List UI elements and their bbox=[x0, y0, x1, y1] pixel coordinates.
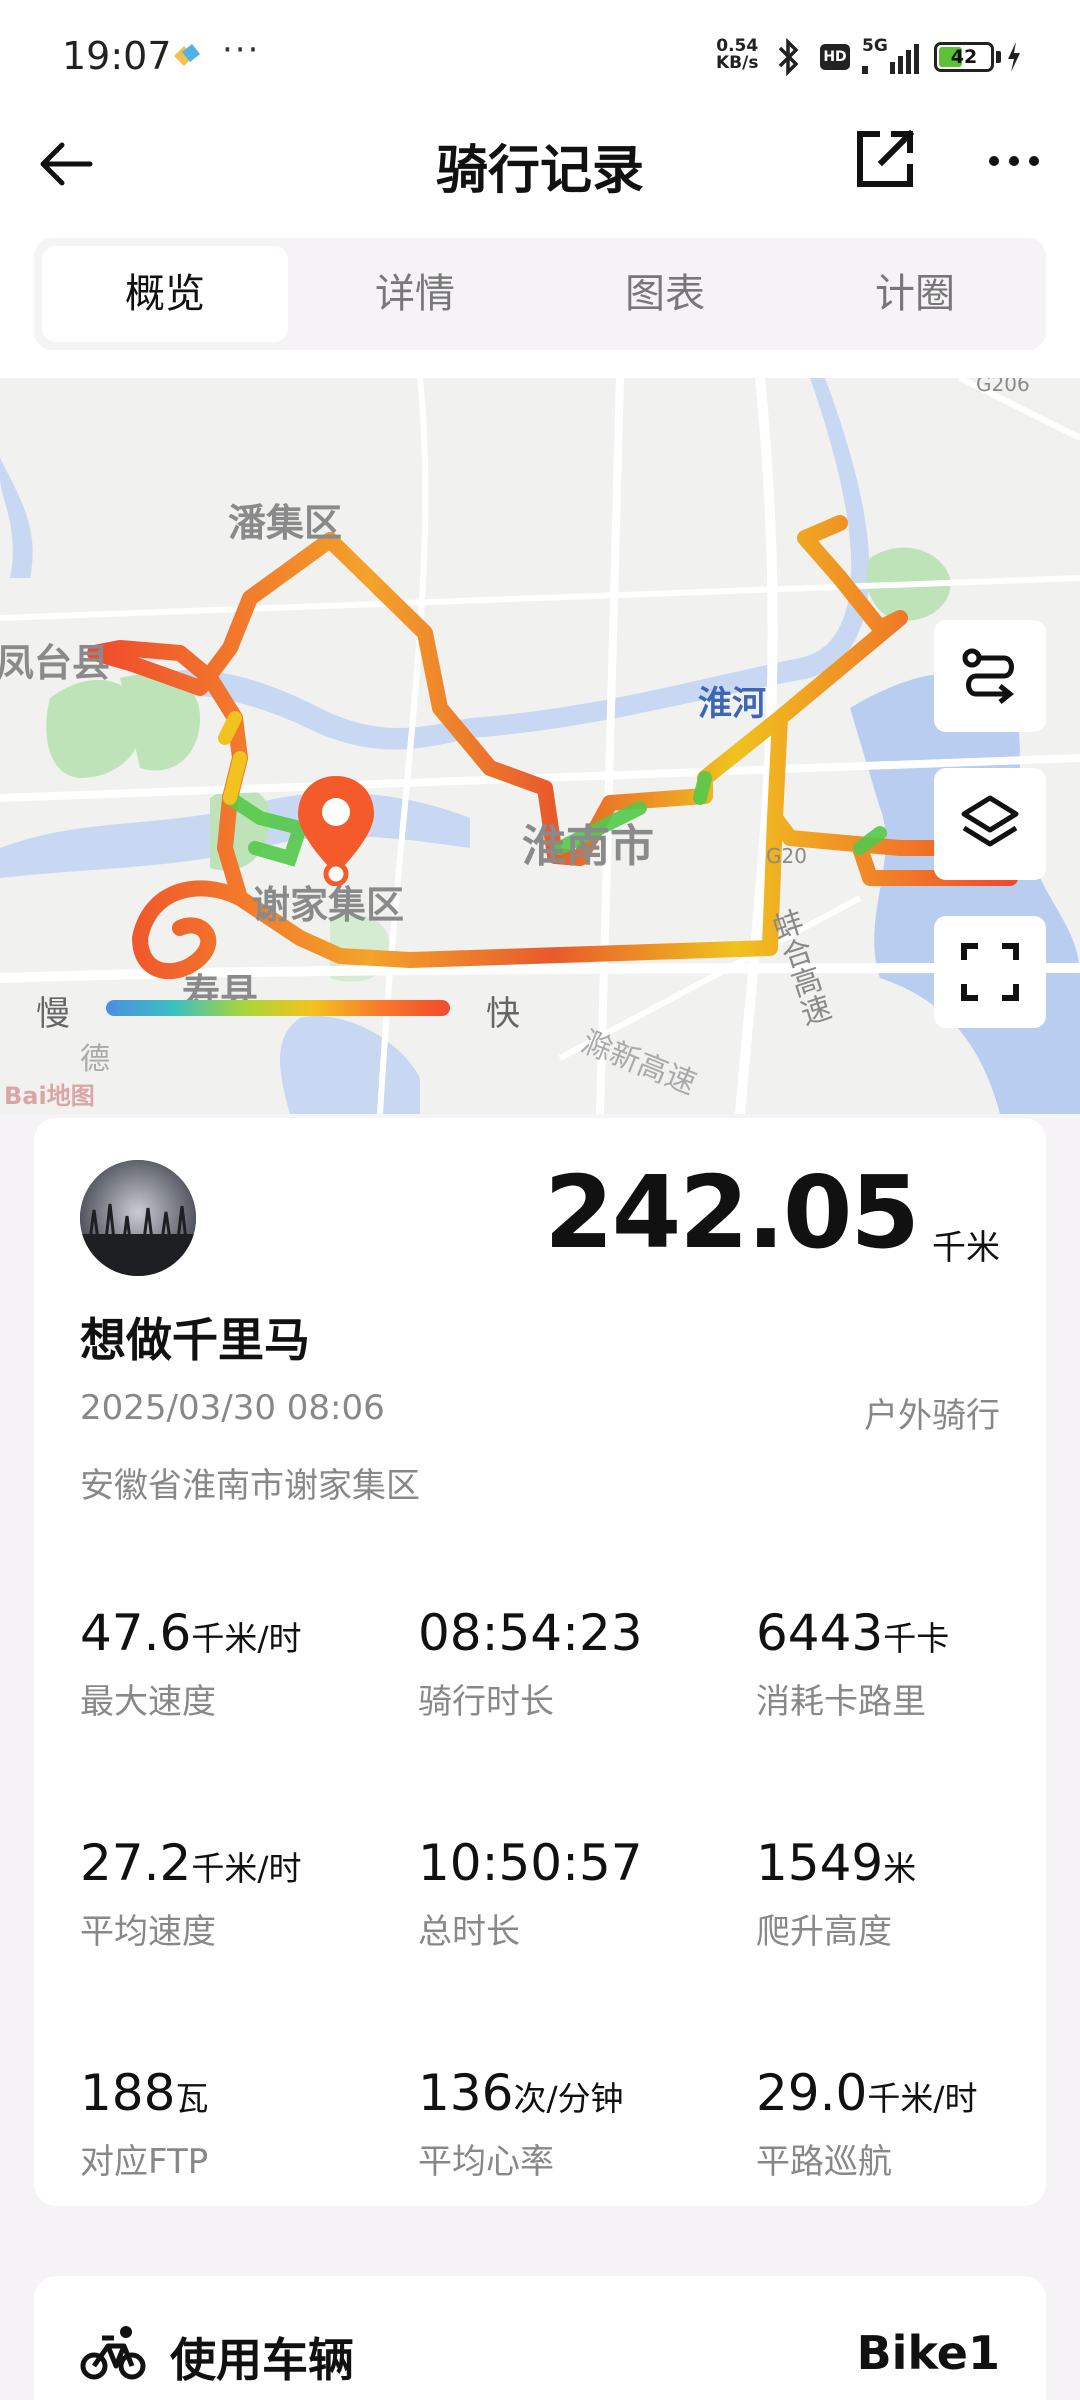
map-label-fengtai: 凤台县 bbox=[0, 641, 111, 685]
stat-value: 10:50:57 bbox=[418, 1834, 643, 1892]
map-label-huaihe: 淮河 bbox=[698, 684, 766, 724]
tab-charts[interactable]: 图表 bbox=[542, 246, 788, 342]
stat-unit: 千米/时 bbox=[867, 2079, 978, 2118]
avatar[interactable] bbox=[80, 1160, 196, 1276]
app-notification-icon bbox=[174, 44, 200, 66]
vehicle-title: 使用车辆 bbox=[170, 2333, 354, 2387]
speed-legend-gradient bbox=[106, 1000, 450, 1016]
stat-ftp: 188瓦 对应FTP bbox=[80, 2064, 410, 2183]
battery-level: 42 bbox=[950, 46, 978, 68]
tab-details[interactable]: 详情 bbox=[292, 246, 538, 342]
status-more-dots: ··· bbox=[222, 30, 261, 70]
map-label-g206: G206 bbox=[976, 378, 1030, 396]
vehicle-name: Bike1 bbox=[856, 2326, 1000, 2380]
stat-value: 188 bbox=[80, 2064, 176, 2122]
stat-label: 平均速度 bbox=[80, 1912, 216, 1952]
stat-label: 总时长 bbox=[418, 1912, 520, 1952]
stat-value: 136 bbox=[418, 2064, 514, 2122]
tab-overview[interactable]: 概览 bbox=[42, 246, 288, 342]
net-speed: 0.54 KB/s bbox=[716, 38, 758, 72]
layers-icon bbox=[961, 795, 1019, 847]
ride-type: 户外骑行 bbox=[864, 1396, 1000, 1436]
tabs-container: 概览 详情 图表 计圈 bbox=[0, 232, 1080, 378]
speed-legend-fast: 快 bbox=[486, 994, 520, 1034]
stat-label: 消耗卡路里 bbox=[756, 1682, 926, 1722]
stat-unit: 千卡 bbox=[883, 1619, 950, 1658]
fullscreen-button[interactable] bbox=[934, 916, 1046, 1028]
route-toggle-button[interactable] bbox=[934, 620, 1046, 732]
ride-summary-card: 242.05 千米 想做千里马 2025/03/30 08:06 户外骑行 安徽… bbox=[34, 1118, 1046, 2206]
net-speed-unit: KB/s bbox=[716, 53, 759, 73]
stat-total-duration: 10:50:57 总时长 bbox=[418, 1834, 748, 1953]
stat-avg-speed: 27.2千米/时 平均速度 bbox=[80, 1834, 410, 1953]
stat-ride-duration: 08:54:23 骑行时长 bbox=[418, 1604, 748, 1723]
location-pin-icon bbox=[298, 776, 374, 886]
tab-laps[interactable]: 计圈 bbox=[792, 246, 1038, 342]
more-icon[interactable] bbox=[984, 136, 1044, 186]
stat-unit: 千米/时 bbox=[191, 1849, 302, 1888]
stat-value: 08:54:23 bbox=[418, 1604, 643, 1662]
stat-label: 对应FTP bbox=[80, 2142, 209, 2182]
signal-icon bbox=[862, 44, 919, 74]
ride-location: 安徽省淮南市谢家集区 bbox=[80, 1466, 420, 1506]
avatar-image bbox=[80, 1160, 196, 1276]
map-label-g20: G20 bbox=[766, 844, 807, 868]
map-label-huainan: 淮南市 bbox=[522, 821, 654, 872]
stat-flat-cruise: 29.0千米/时 平路巡航 bbox=[756, 2064, 1080, 2183]
stat-value: 47.6 bbox=[80, 1604, 192, 1662]
layers-button[interactable] bbox=[934, 768, 1046, 880]
stat-avg-heart-rate: 136次/分钟 平均心率 bbox=[418, 2064, 748, 2183]
route-map[interactable]: 潘集区 凤台县 淮河 淮南市 谢家集区 寿县 G206 G20 蚌合高速 滁新高… bbox=[0, 378, 1080, 1114]
speed-legend-slow: 慢 bbox=[36, 994, 70, 1034]
status-time: 19:07 bbox=[62, 34, 172, 78]
app-header: 骑行记录 bbox=[0, 112, 1080, 232]
stat-max-speed: 47.6千米/时 最大速度 bbox=[80, 1604, 410, 1723]
stat-value: 6443 bbox=[756, 1604, 884, 1662]
stat-value: 27.2 bbox=[80, 1834, 192, 1892]
map-label-de: 德 bbox=[80, 1042, 110, 1077]
stat-unit: 米 bbox=[883, 1849, 917, 1888]
vehicle-card[interactable]: 使用车辆 Bike1 bbox=[34, 2276, 1046, 2400]
ride-datetime: 2025/03/30 08:06 bbox=[80, 1388, 385, 1428]
stat-label: 平路巡航 bbox=[756, 2142, 892, 2182]
stat-value: 1549 bbox=[756, 1834, 884, 1892]
stat-calories: 6443千卡 消耗卡路里 bbox=[756, 1604, 1080, 1723]
stat-label: 骑行时长 bbox=[418, 1682, 554, 1722]
fullscreen-icon bbox=[961, 943, 1019, 1001]
stat-label: 平均心率 bbox=[418, 2142, 554, 2182]
bluetooth-icon bbox=[778, 38, 799, 76]
battery-icon: 42 bbox=[934, 42, 994, 72]
battery-cap bbox=[996, 51, 1001, 63]
stat-elevation-gain: 1549米 爬升高度 bbox=[756, 1834, 1080, 1953]
map-label-panji: 潘集区 bbox=[228, 501, 343, 545]
stat-label: 最大速度 bbox=[80, 1682, 216, 1722]
stat-unit: 瓦 bbox=[175, 2079, 209, 2118]
user-name: 想做千里马 bbox=[80, 1313, 310, 1367]
share-edit-icon[interactable] bbox=[852, 126, 918, 192]
tab-bar: 概览 详情 图表 计圈 bbox=[34, 238, 1046, 350]
stat-unit: 千米/时 bbox=[191, 1619, 302, 1658]
distance-unit: 千米 bbox=[932, 1228, 1000, 1268]
map-logo: Bai地图 bbox=[4, 1082, 95, 1110]
charging-icon bbox=[1008, 42, 1020, 72]
route-icon bbox=[962, 648, 1015, 704]
stat-value: 29.0 bbox=[756, 2064, 868, 2122]
stat-label: 爬升高度 bbox=[756, 1912, 892, 1952]
stat-unit: 次/分钟 bbox=[513, 2079, 624, 2118]
bike-icon bbox=[80, 2326, 146, 2380]
distance-value: 242.05 bbox=[544, 1154, 920, 1271]
hd-badge: HD bbox=[820, 44, 850, 70]
status-bar: 19:07 ··· 0.54 KB/s HD 5G 42 bbox=[0, 0, 1080, 112]
page-title: 骑行记录 bbox=[435, 141, 644, 201]
